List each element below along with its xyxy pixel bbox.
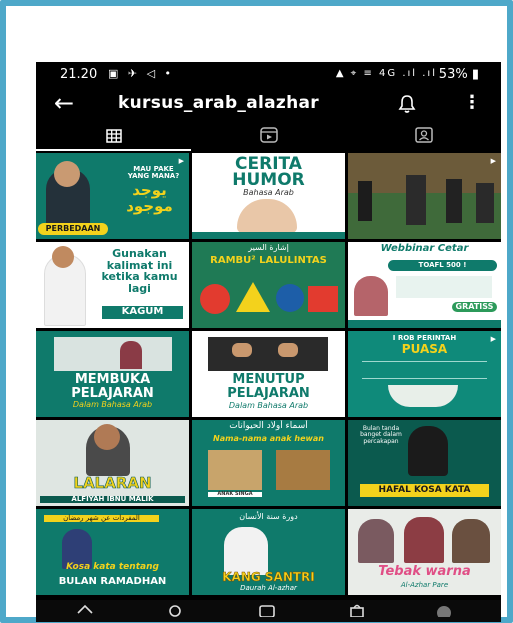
laptop-image xyxy=(208,337,328,371)
reels-nav-icon[interactable] xyxy=(258,602,276,621)
post-lalaran-alfiyah[interactable]: LALARAN ALFIYAH IBNU MALIK xyxy=(36,420,189,506)
lion-image xyxy=(276,450,330,490)
post-main-text: LALARAN xyxy=(73,474,152,492)
reel-icon: ▶ xyxy=(490,335,496,343)
screenshot-frame: 21.20 ▣ ✈ ◁ • ▲ ⌖ ≡ 4G .ıl .ıl 53% ▮ ← k… xyxy=(0,0,513,623)
post-tebak-warna[interactable]: Tebak warna Al-Azhar Pare xyxy=(348,509,501,595)
post-webbinar[interactable]: Webbinar Cetar TOAFL 500 ! GRATISS xyxy=(348,242,501,328)
post-anak-hewan[interactable]: أسماء أولاد الحيوانات Nama-nama anak hew… xyxy=(192,420,345,506)
person-image xyxy=(358,519,394,563)
post-top-text: إشارة السير xyxy=(248,243,289,252)
tab-reels[interactable] xyxy=(191,126,346,148)
reels-icon xyxy=(259,127,278,147)
post-top-text: Gunakan kalimat ini ketika kamu lagi xyxy=(101,247,178,295)
profile-header: ← kursus_arab_alazhar ⋮ xyxy=(36,88,501,122)
reel-icon: ▶ xyxy=(490,157,496,165)
post-main-text: RAMBU² LALULINTAS xyxy=(210,255,327,266)
post-main-text: PUASA xyxy=(401,342,448,356)
verse-text xyxy=(362,361,487,379)
tab-grid[interactable] xyxy=(36,126,191,148)
person-image xyxy=(408,426,448,476)
post-bottom-text: Daurah Al-azhar xyxy=(240,584,297,592)
post-bottom-text: PERBEDAAN xyxy=(38,223,108,236)
post-kang-santri[interactable]: دورة سنة الأنسان KANG SANTRI Daurah Al-a… xyxy=(192,509,345,595)
post-bulan-ramadhan[interactable]: المفردات عن شهر رمضان Kosa kata tentang … xyxy=(36,509,189,595)
post-hafal-kosa-kata[interactable]: Bulan tanda banget dalam percakapan HAFA… xyxy=(348,420,501,506)
post-kagum[interactable]: Gunakan kalimat ini ketika kamu lagi KAG… xyxy=(36,242,189,328)
notification-bell-icon[interactable] xyxy=(398,94,416,118)
home-icon[interactable] xyxy=(76,602,94,621)
post-cerita-humor[interactable]: CERITA HUMOR Bahasa Arab xyxy=(192,153,345,239)
shop-icon[interactable] xyxy=(348,602,366,621)
phone-screen: 21.20 ▣ ✈ ◁ • ▲ ⌖ ≡ 4G .ıl .ıl 53% ▮ ← k… xyxy=(36,62,501,622)
bottom-navigation xyxy=(36,600,501,622)
post-bottom-text: ANAK SINGA xyxy=(208,491,262,498)
post-bottom-text: Bahasa Arab xyxy=(243,188,294,197)
profile-username: kursus_arab_alazhar xyxy=(118,93,319,113)
person-image xyxy=(224,527,268,575)
search-icon[interactable] xyxy=(166,602,184,621)
post-main-text: Tebak warna xyxy=(378,564,471,579)
post-perintah-puasa[interactable]: I ROB PERINTAH PUASA ▶ xyxy=(348,331,501,417)
post-perbedaan[interactable]: MAU PAKE YANG MANA? يوجد موجود PERBEDAAN… xyxy=(36,153,189,239)
reel-icon: ▶ xyxy=(178,157,184,165)
battery-indicator: 53% ▮ xyxy=(438,67,479,82)
post-main-text: MENUTUP PELAJARAN xyxy=(227,372,310,401)
more-options-icon[interactable]: ⋮ xyxy=(463,92,481,113)
status-time: 21.20 xyxy=(60,67,98,82)
speaker-image xyxy=(354,276,388,316)
post-bottom-text: Dalam Bahasa Arab xyxy=(72,400,153,409)
grid-icon xyxy=(105,128,122,147)
post-bottom-text: Dalam Bahasa Arab xyxy=(228,401,309,410)
back-arrow-icon[interactable]: ← xyxy=(54,90,74,116)
tab-tagged[interactable] xyxy=(346,126,501,148)
post-top-text: MAU PAKE YANG MANA? xyxy=(127,165,180,181)
post-main-text: KANG SANTRI xyxy=(222,570,315,584)
post-membuka-pelajaran[interactable]: MEMBUKA PELAJARAN Dalam Bahasa Arab xyxy=(36,331,189,417)
post-rambu-lalulintas[interactable]: إشارة السير RAMBU² LALULINTAS xyxy=(192,242,345,328)
post-main-text: KAGUM xyxy=(102,306,183,319)
profile-tabs xyxy=(36,124,501,150)
post-top-text: أسماء أولاد الحيوانات xyxy=(229,421,308,431)
stop-sign-image xyxy=(200,284,230,314)
post-bottom-text: ALFIYAH IBNU MALIK xyxy=(40,495,185,504)
post-parliament-photo[interactable]: ▶ xyxy=(348,153,501,239)
classroom-image xyxy=(54,337,172,371)
post-main-text: TOAFL 500 ! xyxy=(388,260,497,272)
profile-avatar-icon[interactable] xyxy=(434,602,454,621)
post-menutup-pelajaran[interactable]: MENUTUP PELAJARAN Dalam Bahasa Arab xyxy=(192,331,345,417)
post-top-text: Webbinar Cetar xyxy=(380,243,469,254)
post-main-text: يوجد موجود xyxy=(126,181,173,215)
post-main-text: MEMBUKA PELAJARAN xyxy=(71,372,154,401)
notification-icons: ▣ ✈ ◁ • xyxy=(108,67,175,80)
post-bottom-text: GRATISS xyxy=(452,302,497,313)
active-tab-indicator xyxy=(36,149,191,151)
status-bar: 21.20 ▣ ✈ ◁ • ▲ ⌖ ≡ 4G .ıl .ıl 53% ▮ xyxy=(36,62,501,88)
post-top-text: المفردات عن شهر رمضان xyxy=(44,514,159,523)
signal-icons: ▲ ⌖ ≡ 4G .ıl .ıl xyxy=(335,68,437,79)
post-main-text: Kosa kata tentang xyxy=(66,562,159,572)
post-top-text: Bulan tanda banget dalam percakapan xyxy=(360,425,402,445)
bowl-image xyxy=(388,385,458,407)
post-bottom-text: BULAN RAMADHAN xyxy=(58,576,167,587)
baby-image xyxy=(237,199,297,233)
post-main-text: HAFAL KOSA KATA xyxy=(360,484,489,498)
post-top-text: دورة سنة الأنسان xyxy=(239,512,298,521)
post-main-text: Nama-nama anak hewan xyxy=(213,434,324,443)
tagged-icon xyxy=(414,127,433,147)
post-bottom-text: Al-Azhar Pare xyxy=(400,581,449,589)
lion-cub-image xyxy=(208,450,262,490)
